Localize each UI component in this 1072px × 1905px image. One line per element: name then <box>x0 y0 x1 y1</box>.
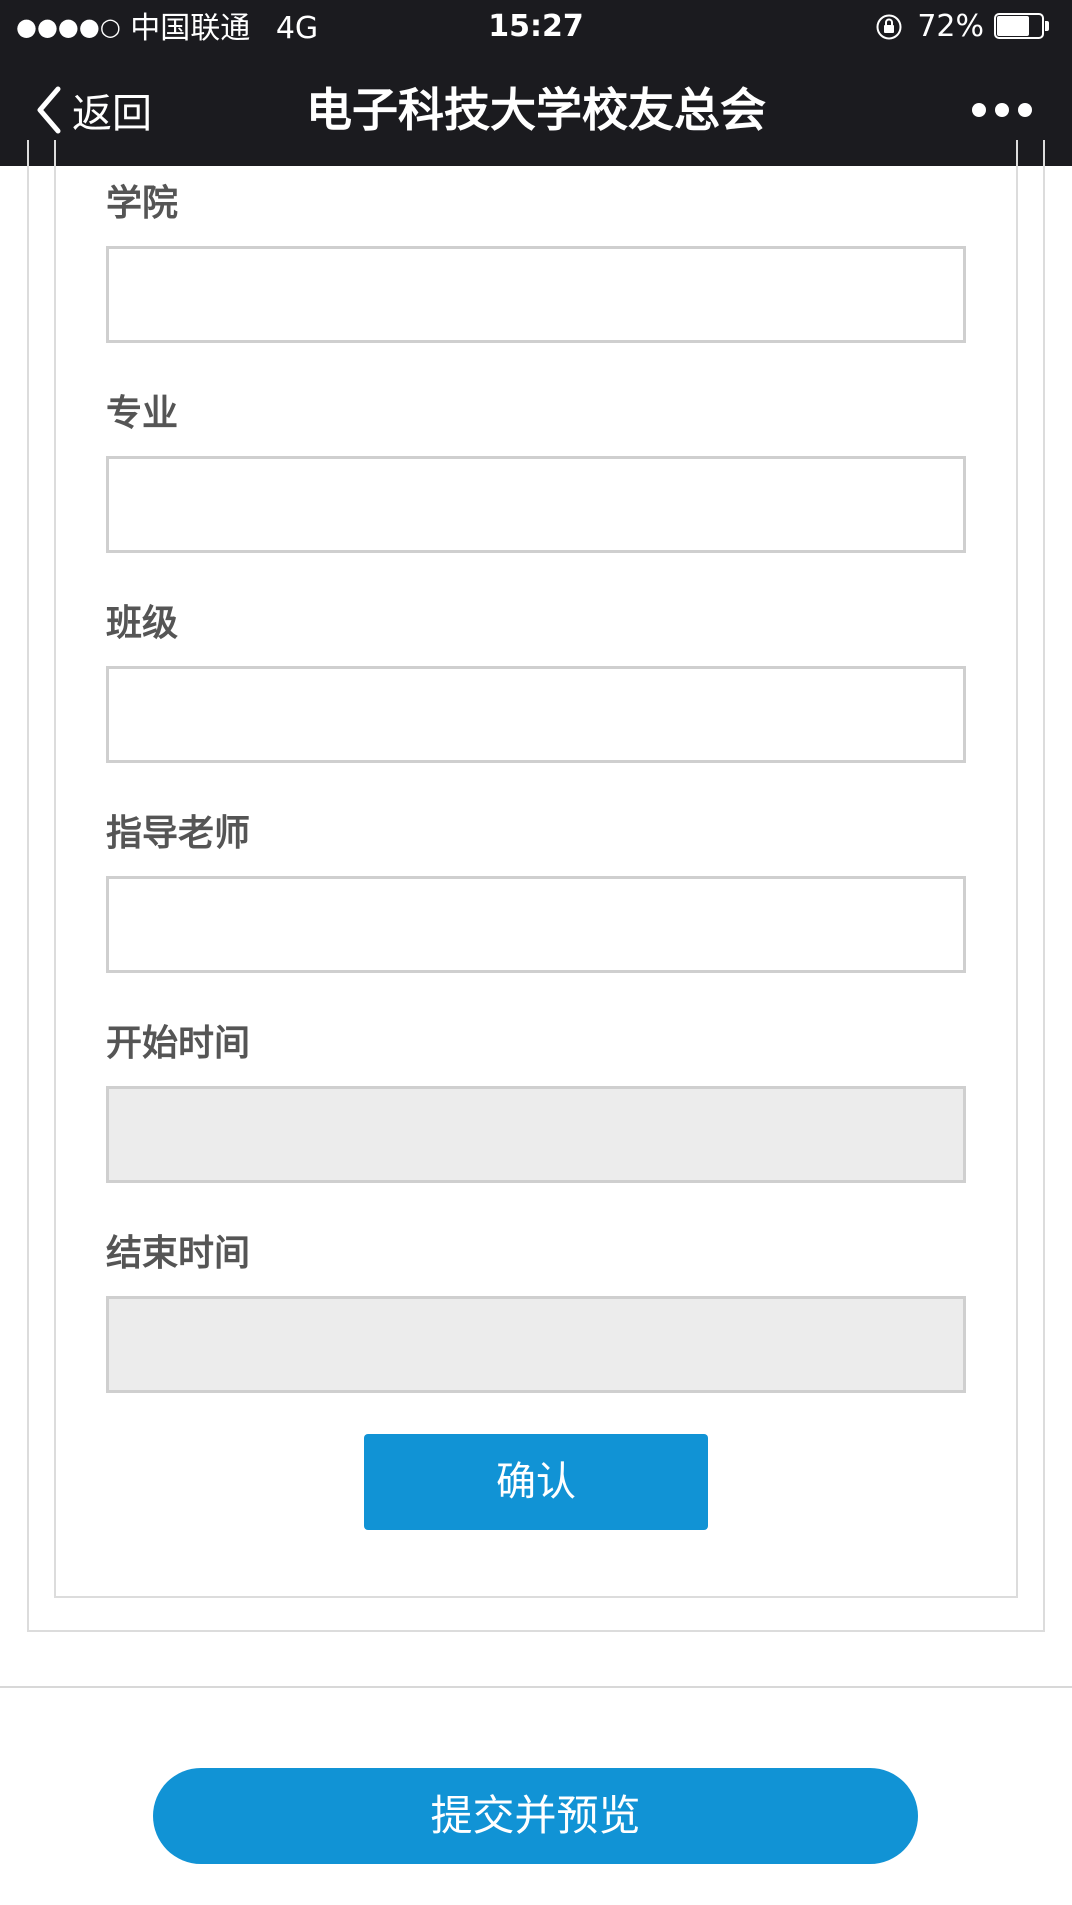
start-time-input[interactable] <box>106 1086 966 1183</box>
college-label: 学院 <box>106 183 179 224</box>
major-label: 专业 <box>106 393 179 434</box>
rotation-lock-icon <box>876 14 902 40</box>
page-title: 电子科技大学校友总会 <box>306 83 766 137</box>
class-label: 班级 <box>106 603 179 644</box>
battery-percent: 72% <box>917 9 984 44</box>
end-time-label: 结束时间 <box>106 1233 251 1274</box>
end-time-input[interactable] <box>106 1296 966 1393</box>
confirm-button[interactable]: 确认 <box>364 1434 708 1530</box>
start-time-label: 开始时间 <box>106 1023 251 1064</box>
advisor-label: 指导老师 <box>106 813 251 854</box>
status-bar: ●●●●○ 中国联通 4G 15:27 72% <box>0 0 1072 54</box>
major-input[interactable] <box>106 456 966 553</box>
more-options-icon[interactable] <box>972 92 1032 128</box>
submit-preview-button[interactable]: 提交并预览 <box>153 1768 918 1864</box>
status-right: 72% <box>875 8 1052 46</box>
divider <box>0 1686 1072 1688</box>
battery-icon <box>994 13 1052 41</box>
class-input[interactable] <box>106 666 966 763</box>
college-input[interactable] <box>106 246 966 343</box>
battery-level <box>997 16 1029 36</box>
advisor-input[interactable] <box>106 876 966 973</box>
